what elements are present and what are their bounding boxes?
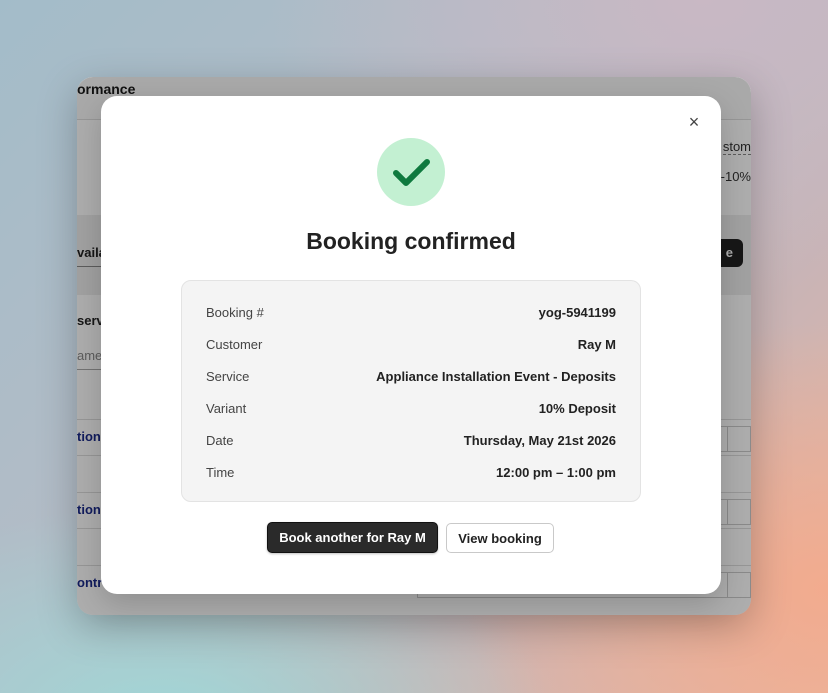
detail-label: Date (206, 432, 234, 448)
time-value: 12:00 pm – 1:00 pm (496, 464, 616, 480)
date-value: Thursday, May 21st 2026 (463, 432, 616, 448)
detail-row-variant: Variant 10% Deposit (206, 398, 616, 418)
detail-label: Booking # (206, 304, 264, 320)
book-another-button[interactable]: Book another for Ray M (267, 522, 438, 553)
detail-row-service: Service Appliance Installation Event - D… (206, 366, 616, 386)
view-booking-button[interactable]: View booking (446, 523, 554, 553)
detail-label: Variant (206, 400, 247, 416)
detail-row-customer: Customer Ray M (206, 334, 616, 354)
check-icon (393, 159, 430, 186)
close-button[interactable]: × (684, 112, 704, 132)
detail-row-booking-number: Booking # yog-5941199 (206, 302, 616, 322)
detail-row-date: Date Thursday, May 21st 2026 (206, 430, 616, 450)
detail-label: Customer (206, 336, 263, 352)
customer-value: Ray M (577, 336, 616, 352)
variant-value: 10% Deposit (538, 400, 616, 416)
detail-label: Time (206, 464, 235, 480)
booking-confirmed-dialog: × Booking confirmed Booking # yog-594119… (101, 96, 721, 594)
success-badge (377, 138, 445, 206)
detail-label: Service (206, 368, 250, 384)
booking-number-value: yog-5941199 (538, 304, 616, 320)
detail-row-time: Time 12:00 pm – 1:00 pm (206, 462, 616, 482)
booking-details-card: Booking # yog-5941199 Customer Ray M Ser… (181, 280, 641, 502)
dialog-title: Booking confirmed (306, 228, 516, 254)
service-value: Appliance Installation Event - Deposits (376, 368, 616, 384)
